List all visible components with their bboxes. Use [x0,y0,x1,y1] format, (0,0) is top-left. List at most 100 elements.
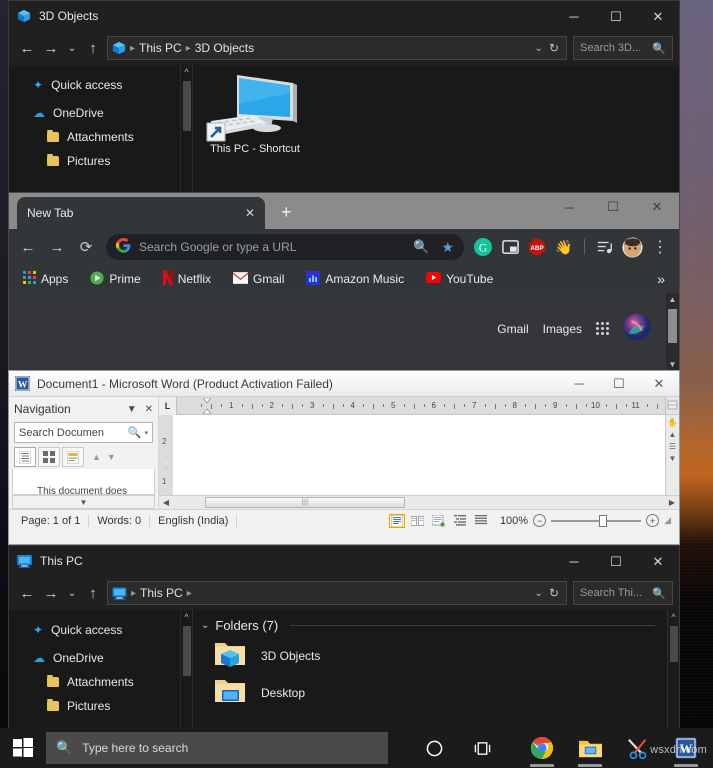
scrollbar-thumb[interactable] [183,626,191,676]
status-words[interactable]: Words: 0 [89,515,150,527]
explorer-window-this-pc[interactable]: This PC ─ ☐ ✕ ← → ⌄ ↑ ▸ This PC ▸ ⌄ ↻ Se… [8,545,680,730]
outline-view-button[interactable] [452,514,468,528]
chrome-window-controls[interactable]: ─ ☐ ✕ [547,193,679,229]
search-icon[interactable]: 🔍 [413,239,429,255]
media-control-icon[interactable] [593,235,617,259]
chrome-toolbar[interactable]: ← → ⟳ Search Google or type a URL 🔍 ★ G … [9,229,679,265]
page-link-images[interactable]: Images [543,322,582,336]
forward-button[interactable]: → [39,35,63,61]
google-header-links[interactable]: Gmail Images [497,313,651,344]
scroll-up-icon[interactable]: ^ [181,65,192,79]
results-tab[interactable] [62,447,84,467]
bookmark-youtube[interactable]: YouTube [420,269,499,289]
chrome-taskbar-icon[interactable] [518,728,566,768]
window-controls[interactable]: ─ ☐ ✕ [553,546,679,576]
list-item[interactable]: This PC - Shortcut [205,71,305,156]
word-titlebar[interactable]: W Document1 - Microsoft Word (Product Ac… [9,371,679,397]
up-button[interactable]: ↑ [81,580,105,606]
navigation-pane[interactable]: Navigation ▼ ✕ Search Documen 🔍 ▾ [9,397,159,509]
chrome-menu-button[interactable]: ⋮ [647,234,673,260]
web-layout-view-button[interactable] [431,514,447,528]
bookmark-netflix[interactable]: Netflix [157,267,217,291]
scrollbar-thumb[interactable] [668,309,677,343]
sidebar-item-attachments[interactable]: Attachments [9,670,192,694]
scroll-down-icon[interactable]: ▼ [669,454,677,463]
maximize-button[interactable]: ☐ [595,546,637,576]
minimize-button[interactable]: ─ [553,546,595,576]
refresh-icon[interactable]: ↻ [549,41,559,55]
scrollbar-thumb[interactable] [670,626,678,662]
select-browse-object-icon[interactable]: ☰ [669,442,676,451]
navigation-pane[interactable]: ✦ Quick access ☁ OneDrive Attachments Pi… [9,610,192,729]
chevron-down-icon[interactable]: ⌄ [535,588,543,599]
next-result-button[interactable]: ▼ [107,452,116,462]
navigation-tabs[interactable]: ▲ ▼ [14,447,153,467]
task-view-icon[interactable] [458,728,506,768]
ruler-toggle-button[interactable] [665,397,679,414]
scroll-up-icon[interactable]: ^ [668,610,679,624]
picture-in-picture-extension-icon[interactable] [498,235,522,259]
explorer-toolbar[interactable]: ← → ⌄ ↑ ▸ This PC ▸ ⌄ ↻ Search Thi... 🔍 [9,576,679,610]
scroll-up-icon[interactable]: ▲ [669,430,677,439]
address-bar-actions[interactable]: ⌄ ↻ [535,586,562,600]
document-area[interactable]: L 123456789101112 2 1 · · [159,397,679,509]
navigation-scroll-down[interactable]: ▼ [12,495,155,509]
indent-marker[interactable] [203,398,211,414]
address-bar-actions[interactable]: ⌄ ↻ [535,41,562,55]
headings-tab[interactable] [14,447,36,467]
status-page[interactable]: Page: 1 of 1 [13,515,89,527]
explorer-window-3d-objects[interactable]: 3D Objects ─ ☐ ✕ ← → ⌄ ↑ ▸ This PC ▸ 3D … [8,0,680,196]
print-layout-view-button[interactable] [389,514,405,528]
sidebar-scrollbar[interactable]: ^ [180,65,192,195]
scrollbar-thumb[interactable] [183,81,191,131]
recent-locations-button[interactable]: ⌄ [63,580,81,606]
navigation-results-list[interactable]: This document does [12,469,155,495]
zoom-in-button[interactable]: + [646,514,659,527]
breadcrumb-item-this-pc[interactable]: This PC [140,586,183,600]
navigation-arrows[interactable]: ▲ ▼ [92,452,116,462]
navigation-search-input[interactable]: Search Documen 🔍 ▾ [14,422,153,443]
google-apps-grid-icon[interactable] [596,322,609,335]
status-language[interactable]: English (India) [150,515,237,527]
search-box[interactable]: Search Thi... 🔍 [573,581,673,605]
sidebar-item-attachments[interactable]: Attachments [9,125,192,149]
minimize-button[interactable]: ─ [559,371,599,397]
document-vertical-scrollbar[interactable]: ✋ ▲ ☰ ▼ [665,415,679,495]
taskbar[interactable]: 🔍 Type here to search [0,728,713,768]
group-header-folders[interactable]: ⌄ Folders (7) [193,610,679,633]
navigation-controls[interactable]: ▼ ✕ [127,404,153,415]
page-wrapper[interactable]: 2 1 · · ✋ ▲ ☰ ▼ [159,415,679,495]
bookmark-prime[interactable]: Prime [84,268,146,291]
tab-selector-button[interactable]: L [159,397,177,415]
word-status-bar[interactable]: Page: 1 of 1 Words: 0 English (India) 10… [9,509,679,531]
explorer-toolbar[interactable]: ← → ⌄ ↑ ▸ This PC ▸ 3D Objects ⌄ ↻ Searc… [9,31,679,65]
adblock-plus-extension-icon[interactable]: ABP [525,235,549,259]
zoom-level[interactable]: 100% [500,515,528,527]
sidebar-item-quick-access[interactable]: ✦ Quick access [9,618,192,642]
start-button[interactable] [0,728,46,768]
back-button[interactable]: ← [15,35,39,61]
pages-tab[interactable] [38,447,60,467]
sidebar-item-pictures[interactable]: Pictures [9,694,192,718]
grammarly-extension-icon[interactable]: G [471,235,495,259]
zoom-slider-knob[interactable] [599,515,607,527]
horizontal-ruler[interactable]: 123456789101112 [177,397,665,414]
forward-button[interactable]: → [44,234,70,260]
explorer-titlebar[interactable]: 3D Objects ─ ☐ ✕ [9,1,679,31]
document-horizontal-scrollbar[interactable]: ◀ |||| ▶ [159,495,679,509]
resize-grip-icon[interactable]: ◢ [664,515,671,526]
sidebar-scrollbar[interactable]: ^ [180,610,192,729]
status-right-group[interactable]: 100% − + ◢ [389,514,675,528]
minimize-button[interactable]: ─ [553,1,595,31]
bookmarks-bar[interactable]: Apps Prime Netflix Gmail Amazon Music [9,265,679,293]
search-box[interactable]: Search 3D... 🔍 [573,36,673,60]
search-input[interactable]: 🔍 Type here to search [46,732,388,764]
google-account-avatar[interactable] [623,313,651,344]
chrome-page-content[interactable]: Gmail Images [9,293,679,371]
close-button[interactable]: ✕ [637,1,679,31]
scroll-up-icon[interactable]: ^ [181,610,192,624]
scroll-right-icon[interactable]: ▶ [665,498,679,507]
reload-button[interactable]: ⟳ [73,234,99,260]
omnibox[interactable]: Search Google or type a URL 🔍 ★ [106,234,464,260]
horizontal-ruler-row[interactable]: L 123456789101112 [159,397,679,415]
